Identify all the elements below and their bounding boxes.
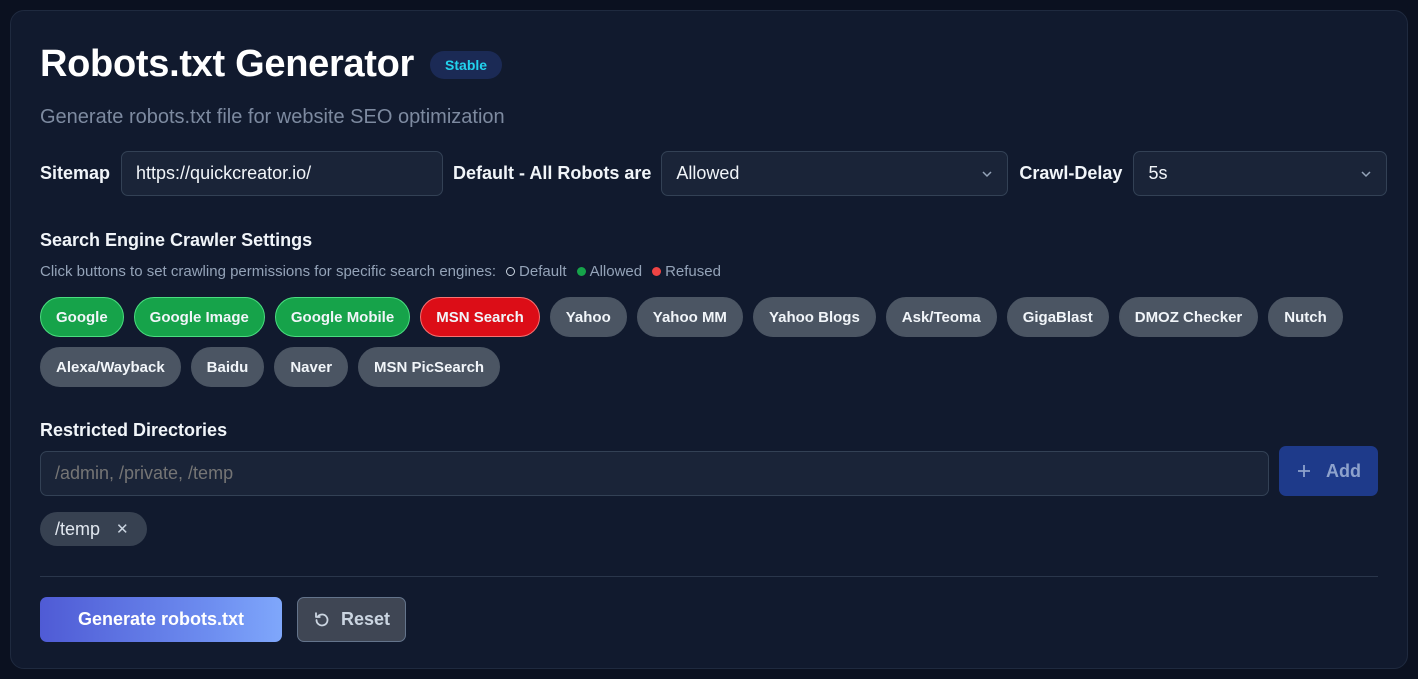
- crawler-row-2: Alexa/Wayback Baidu Naver MSN PicSearch: [40, 347, 1370, 387]
- allowed-dot-icon: [576, 267, 586, 276]
- crawler-dmoz-checker[interactable]: DMOZ Checker: [1118, 297, 1259, 337]
- page-title: Robots.txt Generator: [40, 43, 415, 85]
- crawl-delay-value: 5s: [1148, 163, 1168, 183]
- crawl-delay-select[interactable]: 5s: [1133, 151, 1388, 196]
- crawler-baidu[interactable]: Baidu: [190, 347, 265, 387]
- crawler-yahoo-mm[interactable]: Yahoo MM: [636, 297, 743, 337]
- crawler-gigablast[interactable]: GigaBlast: [1006, 297, 1109, 337]
- reset-label: Reset: [340, 609, 391, 629]
- crawler-google-mobile[interactable]: Google Mobile: [274, 297, 411, 337]
- legend-refused: Refused: [665, 263, 721, 280]
- directory-tag: /temp ✕: [40, 512, 147, 546]
- add-directory-label: Add: [1326, 460, 1361, 481]
- legend-allowed: Allowed: [589, 263, 643, 280]
- reset-button[interactable]: Reset: [297, 597, 406, 642]
- crawler-section-title: Search Engine Crawler Settings: [40, 230, 313, 250]
- status-badge: Stable: [430, 50, 503, 79]
- reset-icon: [315, 611, 329, 626]
- crawler-row-1: Google Google Image Google Mobile MSN Se…: [40, 297, 1370, 337]
- config-row: Sitemap Default - All Robots are Allowed…: [40, 151, 1388, 196]
- divider: [40, 576, 1378, 577]
- legend-default: Default: [519, 263, 567, 280]
- crawler-yahoo[interactable]: Yahoo: [549, 297, 627, 337]
- crawler-alexa-wayback[interactable]: Alexa/Wayback: [40, 347, 181, 387]
- crawl-delay-label: Crawl-Delay: [1019, 163, 1123, 183]
- sitemap-label: Sitemap: [40, 163, 111, 183]
- default-robots-label: Default - All Robots are: [453, 163, 652, 183]
- generator-card: Robots.txt Generator Stable Generate rob…: [10, 10, 1408, 669]
- default-robots-value: Allowed: [676, 163, 740, 183]
- refused-dot-icon: [652, 267, 662, 276]
- directory-tag-label: /temp: [55, 518, 101, 539]
- crawler-msn-picsearch[interactable]: MSN PicSearch: [358, 347, 501, 387]
- directories-section-title: Restricted Directories: [40, 420, 228, 440]
- crawler-nutch[interactable]: Nutch: [1268, 297, 1343, 337]
- sitemap-input[interactable]: [121, 151, 444, 196]
- close-icon[interactable]: ✕: [116, 520, 129, 538]
- default-dot-icon: [506, 267, 516, 276]
- generate-button[interactable]: Generate robots.txt: [40, 597, 282, 642]
- crawler-ask-teoma[interactable]: Ask/Teoma: [885, 297, 997, 337]
- page-subtitle: Generate robots.txt file for website SEO…: [40, 106, 505, 128]
- crawler-yahoo-blogs[interactable]: Yahoo Blogs: [752, 297, 876, 337]
- default-robots-select[interactable]: Allowed: [661, 151, 1009, 196]
- crawler-google[interactable]: Google: [40, 297, 124, 337]
- plus-icon: [1298, 465, 1310, 477]
- crawler-hint-text: Click buttons to set crawling permission…: [40, 263, 497, 280]
- directory-input[interactable]: [40, 451, 1269, 496]
- directory-input-row: Add: [40, 446, 1378, 496]
- crawler-hint: Click buttons to set crawling permission…: [40, 263, 721, 280]
- chevron-down-icon: [1361, 170, 1371, 177]
- add-directory-button[interactable]: Add: [1279, 446, 1378, 496]
- crawler-naver[interactable]: Naver: [274, 347, 349, 387]
- header: Robots.txt Generator Stable: [40, 43, 503, 86]
- chevron-down-icon: [982, 170, 992, 177]
- crawler-google-image[interactable]: Google Image: [133, 297, 265, 337]
- crawler-msn-search[interactable]: MSN Search: [420, 297, 540, 337]
